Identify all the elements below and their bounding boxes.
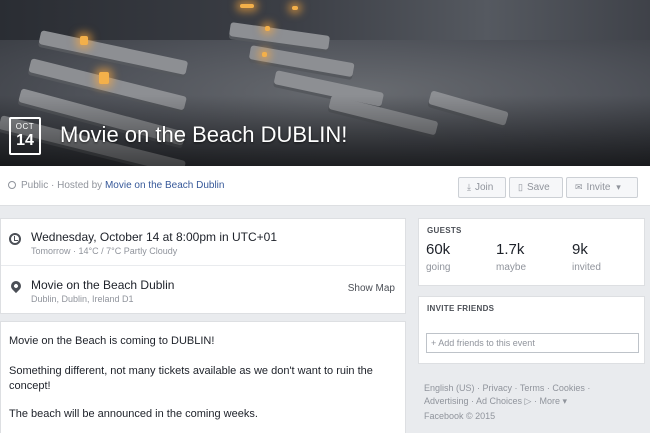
join-icon: ⤓ xyxy=(467,182,471,192)
event-time: Wednesday, October 14 at 8:00pm in UTC+0… xyxy=(31,230,278,244)
invite-friends-input[interactable]: + Add friends to this event xyxy=(426,333,639,353)
join-button[interactable]: ⤓ Join xyxy=(458,177,506,198)
invite-label: Invite xyxy=(586,182,611,193)
description-paragraph: Something different, not many tickets av… xyxy=(9,365,373,392)
description-paragraph: Movie on the Beach is coming to DUBLIN! xyxy=(9,335,215,347)
lantern-light xyxy=(80,36,88,45)
privacy-label: Public xyxy=(21,180,49,191)
footer-links-line2[interactable]: Advertising · Ad Choices ▷ · More ▾ xyxy=(424,395,644,408)
guests-title: GUESTS xyxy=(427,226,462,235)
event-description-card: Movie on the Beach is coming to DUBLIN! … xyxy=(0,321,406,433)
show-map-link[interactable]: Show Map xyxy=(348,283,395,294)
save-label: Save xyxy=(526,182,550,193)
lantern-light xyxy=(99,72,109,84)
event-title: Movie on the Beach DUBLIN! xyxy=(60,122,348,147)
lantern-light xyxy=(265,26,270,31)
invited-count: 9k xyxy=(572,241,588,258)
maybe-count: 1.7k xyxy=(496,241,525,258)
invited-stat[interactable]: 9k invited xyxy=(572,241,601,273)
chevron-down-icon: ▾ xyxy=(616,182,621,192)
event-details-card: Wednesday, October 14 at 8:00pm in UTC+0… xyxy=(0,218,406,314)
globe-icon xyxy=(8,181,16,189)
event-privacy: Public · Hosted by Movie on the Beach Du… xyxy=(8,180,224,191)
event-date-badge: OCT 14 xyxy=(9,117,41,155)
event-date-month: OCT xyxy=(15,122,35,131)
page-footer: English (US) · Privacy · Terms · Cookies… xyxy=(424,382,644,423)
lantern-light xyxy=(292,6,298,10)
guests-card: GUESTS 60k going 1.7k maybe 9k invited xyxy=(418,218,645,286)
lantern-light xyxy=(240,4,254,8)
invite-button[interactable]: ✉ Invite ▾ xyxy=(566,177,638,198)
cover-sky xyxy=(0,0,650,40)
invite-friends-card: INVITE FRIENDS + Add friends to this eve… xyxy=(418,296,645,364)
clock-icon xyxy=(9,233,21,245)
event-header-bar: Public · Hosted by Movie on the Beach Du… xyxy=(0,166,650,206)
going-count: 60k xyxy=(426,241,451,258)
save-button[interactable]: ▯ Save xyxy=(509,177,563,198)
envelope-icon: ✉ xyxy=(575,182,583,192)
going-stat[interactable]: 60k going xyxy=(426,241,450,273)
event-location-row[interactable]: Movie on the Beach Dublin Dublin, Dublin… xyxy=(1,267,405,313)
lantern-light xyxy=(262,52,267,57)
maybe-stat[interactable]: 1.7k maybe xyxy=(496,241,526,273)
join-label: Join xyxy=(474,182,494,193)
event-venue: Movie on the Beach Dublin xyxy=(31,278,175,292)
event-date-day: 14 xyxy=(16,132,34,149)
map-pin-icon xyxy=(8,278,24,294)
invited-label: invited xyxy=(572,262,601,273)
maybe-label: maybe xyxy=(496,262,527,273)
description-paragraph: The beach will be announced in the comin… xyxy=(9,408,258,420)
cover-photo: OCT 14 Movie on the Beach DUBLIN! xyxy=(0,0,650,166)
footer-copyright: Facebook © 2015 xyxy=(424,411,496,421)
hosted-by-label: · Hosted by xyxy=(51,180,103,191)
event-time-row[interactable]: Wednesday, October 14 at 8:00pm in UTC+0… xyxy=(1,219,405,266)
event-address: Dublin, Dublin, Ireland D1 xyxy=(31,294,134,304)
bookmark-icon: ▯ xyxy=(518,182,523,192)
event-weather: Tomorrow · 14°C / 7°C Partly Cloudy xyxy=(31,246,178,256)
invite-friends-title: INVITE FRIENDS xyxy=(427,304,495,313)
footer-links-line1[interactable]: English (US) · Privacy · Terms · Cookies… xyxy=(424,382,644,395)
host-link[interactable]: Movie on the Beach Dublin xyxy=(105,180,225,191)
going-label: going xyxy=(426,262,451,273)
